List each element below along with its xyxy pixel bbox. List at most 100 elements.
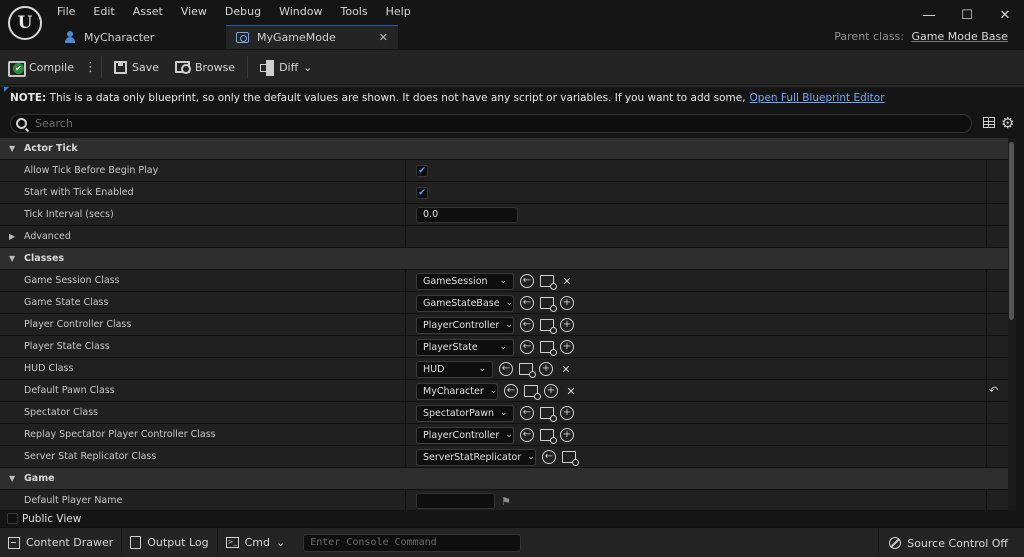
use-selected-icon[interactable]: ← <box>499 362 513 376</box>
use-selected-icon[interactable]: ← <box>520 340 534 354</box>
column-divider <box>986 226 987 248</box>
open-full-blueprint-editor-link[interactable]: Open Full Blueprint Editor <box>750 92 885 104</box>
server-stat-replicator-class-dropdown[interactable]: ServerStatReplicator ⌄ <box>416 448 536 466</box>
clear-icon[interactable]: ✕ <box>559 362 573 376</box>
collapse-arrow-icon: ▼ <box>9 144 16 153</box>
use-selected-icon[interactable]: ← <box>504 384 518 398</box>
tab-mygamemode[interactable]: MyGameMode ✕ <box>226 25 398 49</box>
note-prefix: NOTE: <box>10 91 47 104</box>
window-controls: — ☐ ✕ <box>910 4 1024 26</box>
advanced-expander[interactable]: ▶ Advanced <box>0 226 1008 248</box>
column-divider <box>986 402 987 424</box>
default-player-name-input[interactable] <box>416 493 495 509</box>
parent-class-info: Parent class: Game Mode Base <box>834 30 1008 43</box>
reset-to-default-icon[interactable]: ↶ <box>989 384 998 397</box>
compile-button[interactable]: Compile <box>0 54 82 80</box>
maximize-icon[interactable]: ☐ <box>948 4 986 26</box>
localization-flag-icon[interactable]: ⚑ <box>501 495 511 508</box>
tick-interval-input[interactable]: 0.0 <box>416 207 518 223</box>
menu-window[interactable]: Window <box>270 3 331 21</box>
add-icon[interactable]: + <box>544 384 558 398</box>
dropdown-value: PlayerState <box>423 341 478 353</box>
diff-label: Diff <box>279 60 299 74</box>
category-actor-tick[interactable]: ▼ Actor Tick <box>0 138 1008 160</box>
column-divider <box>405 358 406 380</box>
menu-help[interactable]: Help <box>377 3 420 21</box>
public-view-toggle[interactable]: Public View <box>0 510 1024 527</box>
console-command-input[interactable]: Enter Console Command <box>303 533 522 552</box>
property-label: Player State Class <box>24 341 110 352</box>
use-selected-icon[interactable]: ← <box>520 318 534 332</box>
chevron-down-icon: ⌄ <box>500 408 508 418</box>
column-divider <box>986 424 987 446</box>
add-icon[interactable]: + <box>539 362 553 376</box>
game-session-class-dropdown[interactable]: GameSession ⌄ <box>416 272 514 290</box>
browse-asset-icon[interactable] <box>562 451 579 466</box>
browse-asset-icon[interactable] <box>524 385 541 400</box>
start-with-tick-enabled-checkbox[interactable]: ✔ <box>416 187 428 199</box>
spectator-class-dropdown[interactable]: SpectatorPawn ⌄ <box>416 404 514 422</box>
toolbar-divider <box>247 56 249 78</box>
browse-asset-icon[interactable] <box>540 341 557 356</box>
chevron-down-icon: ⌄ <box>478 364 486 374</box>
property-label: Default Player Name <box>24 495 123 506</box>
use-selected-icon[interactable]: ← <box>542 450 556 464</box>
browse-asset-icon[interactable] <box>519 363 536 378</box>
diff-button[interactable]: Diff ⌄ <box>252 54 320 80</box>
public-view-checkbox[interactable] <box>7 513 18 524</box>
add-icon[interactable]: + <box>560 296 574 310</box>
browse-asset-icon[interactable] <box>540 407 557 422</box>
add-icon[interactable]: + <box>560 340 574 354</box>
game-state-class-dropdown[interactable]: GameStateBase ⌄ <box>416 294 514 312</box>
document-tabs: MyCharacter MyGameMode ✕ <box>54 25 398 49</box>
browse-asset-icon[interactable] <box>540 319 557 334</box>
use-selected-icon[interactable]: ← <box>520 296 534 310</box>
replay-spectator-controller-class-dropdown[interactable]: PlayerController ⌄ <box>416 426 514 444</box>
menu-debug[interactable]: Debug <box>216 3 270 21</box>
browse-button[interactable]: Browse <box>167 54 243 80</box>
output-log-button[interactable]: Output Log <box>122 527 218 557</box>
hud-class-dropdown[interactable]: HUD ⌄ <box>416 360 493 378</box>
menu-tools[interactable]: Tools <box>331 3 376 21</box>
gear-icon[interactable]: ⚙ <box>1001 114 1014 132</box>
menu-view[interactable]: View <box>172 3 216 21</box>
scrollbar-thumb[interactable] <box>1009 142 1014 320</box>
player-controller-class-dropdown[interactable]: PlayerController ⌄ <box>416 316 514 334</box>
person-icon <box>64 31 76 43</box>
compile-options-icon[interactable]: ⋮ <box>84 60 97 75</box>
default-pawn-class-dropdown[interactable]: MyCharacter ⌄ <box>416 382 498 400</box>
browse-asset-icon[interactable] <box>540 429 557 444</box>
browse-asset-icon[interactable] <box>540 275 557 290</box>
content-drawer-button[interactable]: Content Drawer <box>0 527 123 557</box>
clear-icon[interactable]: ✕ <box>564 384 578 398</box>
player-state-class-dropdown[interactable]: PlayerState ⌄ <box>416 338 514 356</box>
use-selected-icon[interactable]: ← <box>520 406 534 420</box>
details-scrollbar[interactable] <box>1008 138 1016 512</box>
close-tab-icon[interactable]: ✕ <box>379 31 388 44</box>
use-selected-icon[interactable]: ← <box>520 428 534 442</box>
add-icon[interactable]: + <box>560 406 574 420</box>
column-divider <box>405 226 406 248</box>
parent-class-link[interactable]: Game Mode Base <box>912 30 1009 43</box>
menu-edit[interactable]: Edit <box>84 3 123 21</box>
save-button[interactable]: Save <box>106 54 167 80</box>
minimize-icon[interactable]: — <box>910 4 948 26</box>
close-window-icon[interactable]: ✕ <box>986 4 1024 26</box>
add-icon[interactable]: + <box>560 428 574 442</box>
unreal-logo-icon[interactable]: U <box>8 6 42 40</box>
category-classes[interactable]: ▼ Classes <box>0 248 1008 270</box>
menu-file[interactable]: File <box>48 3 84 21</box>
column-divider <box>405 424 406 446</box>
search-input[interactable]: Search <box>10 114 972 133</box>
browse-asset-icon[interactable] <box>540 297 557 312</box>
clear-icon[interactable]: ✕ <box>560 274 574 288</box>
category-game[interactable]: ▼ Game <box>0 468 1008 490</box>
use-selected-icon[interactable]: ← <box>520 274 534 288</box>
add-icon[interactable]: + <box>560 318 574 332</box>
property-matrix-icon[interactable] <box>983 117 995 128</box>
allow-tick-before-begin-play-checkbox[interactable]: ✔ <box>416 165 428 177</box>
menu-asset[interactable]: Asset <box>124 3 172 21</box>
tab-mycharacter[interactable]: MyCharacter <box>54 25 226 49</box>
cmd-dropdown[interactable]: >_ Cmd ⌄ <box>218 528 294 557</box>
source-control-button[interactable]: Source Control Off <box>878 528 1024 557</box>
